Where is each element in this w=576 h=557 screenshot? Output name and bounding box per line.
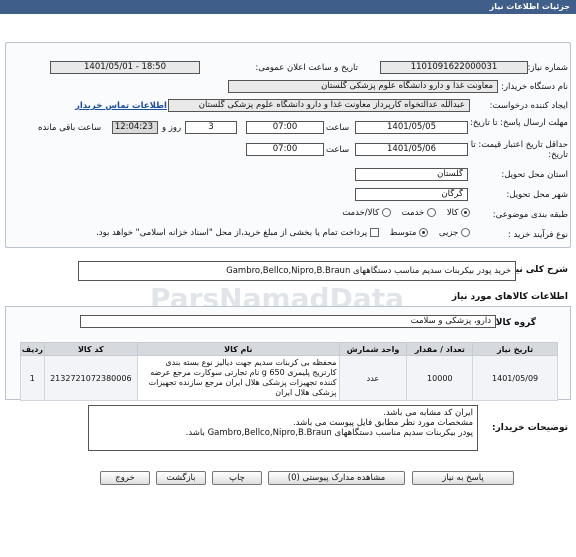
buyer-contact-link[interactable]: اطلاعات تماس خریدار [75,101,167,111]
remaining-label: ساعت باقی مانده [38,123,102,133]
validity-time-label: ساعت [326,145,350,155]
validity-label: حداقل تاریخ اعتبار قیمت: تا تاریخ: [470,140,568,160]
notes-field: ایران کد مشابه می باشد. مشخصات مورد نظر … [88,405,478,451]
need-number-field: 1101091622000031 [380,61,528,74]
category-service-label: خدمت [401,208,425,218]
process-minor-radio[interactable] [461,228,470,237]
page-header: جزئیات اطلاعات نیاز [0,0,576,14]
need-number-label: شماره نیاز: [527,63,568,73]
remaining-time-field: 12:04:23 [112,121,158,134]
col-index: ردیف [20,342,45,356]
buyer-org-label: نام دستگاه خریدار: [501,82,568,92]
validity-time-field: 07:00 [246,143,324,156]
process-options: جزیی متوسط پرداخت تمام یا بخشی از مبلغ خ… [96,228,470,238]
summary-field: خرید پودر بیکربنات سدیم مناسب دستگاههای … [78,261,516,281]
buyer-org-field: معاونت غذا و دارو دانشگاه علوم پزشکی گلس… [228,80,498,93]
notes-line-1: ایران کد مشابه می باشد. [383,408,473,418]
deadline-time-field: 07:00 [246,121,324,134]
days-field: 3 [185,121,237,134]
goods-group-field: دارو، پزشکی و سلامت [80,315,496,328]
process-minor-label: جزیی [438,228,459,238]
province-field: گلستان [355,168,468,181]
city-field: گرگان [355,188,468,201]
col-need-date: تاریخ نیاز [472,342,558,356]
deadline-date-field: 1401/05/05 [355,121,468,134]
table-header-row: تاریخ نیاز تعداد / مقدار واحد شمارش نام … [20,342,558,356]
reply-button[interactable]: پاسخ به نیاز [412,471,514,485]
cell-code: 2132721072380006 [43,355,138,401]
goods-table: تاریخ نیاز تعداد / مقدار واحد شمارش نام … [20,342,558,401]
goods-group-label: گروه کالا: [492,318,536,328]
category-both-label: کالا/خدمت [342,208,380,218]
cell-index: 1 [20,355,45,401]
announce-field: 1401/05/01 - 18:50 [50,61,200,74]
cell-qty: 10000 [406,355,474,401]
process-label: نوع فرآیند خرید : [507,230,568,240]
notes-line-2: مشخصات مورد نظر مطابق فایل پیوست می باشد… [292,418,473,428]
category-goods-radio[interactable] [461,208,470,217]
creator-label: ایجاد کننده درخواست: [489,101,568,111]
col-qty: تعداد / مقدار [406,342,474,356]
cell-need-date: 1401/05/09 [472,355,558,401]
col-name: نام کالا [136,342,340,356]
notes-line-3: پودر بیکربنات سدیم مناسب دستگاههای Gambr… [185,428,473,438]
validity-date-field: 1401/05/06 [355,143,468,156]
announce-label: تاریخ و ساعت اعلان عمومی: [255,63,358,73]
process-medium-label: متوسط [389,228,417,238]
back-button[interactable]: بازگشت [156,471,206,485]
process-medium-radio[interactable] [419,228,429,237]
notes-label: توضیحات خریدار: [492,423,568,433]
attachments-button[interactable]: مشاهده مدارک پیوستی (0) [268,471,405,485]
province-label: استان محل تحویل: [501,170,568,180]
col-unit: واحد شمارش [338,342,408,356]
table-row[interactable]: 1401/05/09 10000 عدد محفظه بی کربنات سدی… [20,355,558,401]
goods-section-title: اطلاعات کالاهای مورد نیاز [451,292,568,302]
col-code: کد کالا [43,342,138,356]
exit-button[interactable]: خروج [100,471,150,485]
print-button[interactable]: چاپ [212,471,262,485]
deadline-time-label: ساعت [326,123,350,133]
creator-field: عبدالله عدالتخواه کارپرداز معاونت غذا و … [168,99,470,112]
category-label: طبقه بندی موضوعی: [492,210,568,220]
category-both-radio[interactable] [381,208,391,217]
city-label: شهر محل تحویل: [506,190,568,200]
cell-unit: عدد [338,355,408,401]
deadline-label: مهلت ارسال پاسخ: تا تاریخ: [470,118,568,128]
category-options: کالا خدمت کالا/خدمت [342,208,470,218]
category-goods-label: کالا [446,208,459,218]
treasury-checkbox[interactable] [369,228,379,237]
treasury-note: پرداخت تمام یا بخشی از مبلغ خرید،از محل … [96,228,368,238]
category-service-radio[interactable] [427,208,436,217]
days-label: روز و [162,123,182,133]
cell-name: محفظه بی کربنات سدیم جهت دیالیز نوع بسته… [136,355,340,401]
